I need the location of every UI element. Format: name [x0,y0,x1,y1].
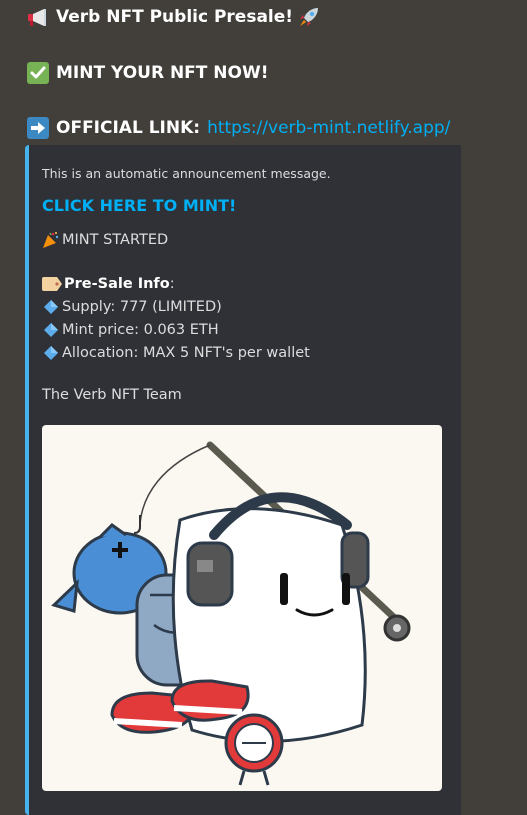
embed-image[interactable] [42,425,442,791]
mint-price-item: Mint price: 0.063 ETH [42,321,219,339]
presale-colon: : [169,276,175,292]
supply-item: Supply: 777 (LIMITED) [42,298,222,316]
rocket-icon [297,5,321,29]
signature-text: The Verb NFT Team [42,387,182,403]
right-arrow-icon [26,116,50,140]
mint-started-line: MINT STARTED [42,231,168,249]
official-mint-link[interactable]: https://verb-mint.netlify.app/ [207,118,450,138]
mint-started-text: MINT STARTED [62,232,169,248]
click-here-to-mint-link[interactable]: CLICK HERE TO MINT! [42,196,236,215]
check-mark-button-icon [26,61,50,85]
announcement-embed: This is an automatic announcement messag… [25,145,461,815]
party-popper-icon [42,231,60,249]
blue-diamond-icon [42,321,60,339]
official-link-line: OFFICIAL LINK: https://verb-mint.netlify… [26,116,450,140]
supply-text: Supply: 777 (LIMITED) [62,299,222,315]
allocation-text: Allocation: MAX 5 NFT's per wallet [62,345,310,361]
announcement-title: Verb NFT Public Presale! [56,7,294,27]
presale-info-heading: Pre-Sale Info: [42,275,175,293]
allocation-item: Allocation: MAX 5 NFT's per wallet [42,344,310,362]
mint-now-line: MINT YOUR NFT NOW! [26,61,269,85]
blue-diamond-icon [42,298,60,316]
blue-diamond-icon [42,344,60,362]
megaphone-icon [26,5,50,29]
nft-character-illustration [51,441,411,786]
official-link-label: OFFICIAL LINK: [56,118,201,138]
embed-description: This is an automatic announcement messag… [42,166,331,181]
title-line: Verb NFT Public Presale! [26,5,327,29]
mint-now-text: MINT YOUR NFT NOW! [56,63,269,83]
label-tag-icon [42,275,62,293]
team-signature: The Verb NFT Team [42,387,182,403]
mint-price-text: Mint price: 0.063 ETH [62,322,219,338]
presale-label: Pre-Sale Info [64,276,170,292]
